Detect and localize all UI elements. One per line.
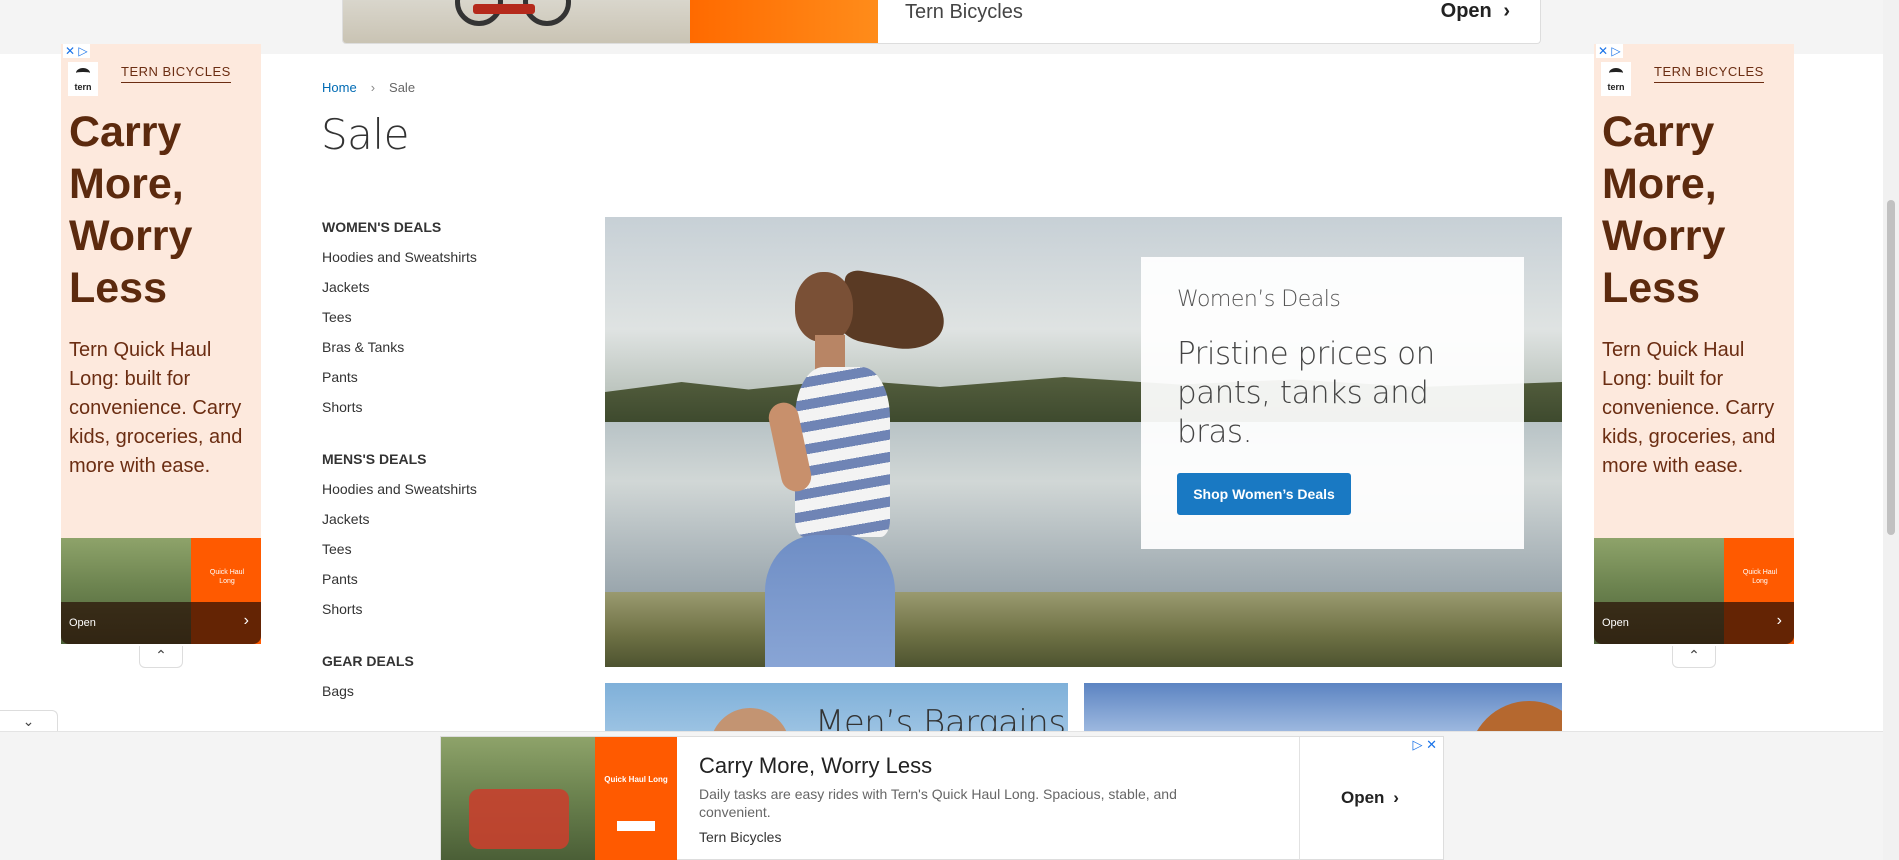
sidebar-group-title: WOMEN'S DEALS xyxy=(322,219,442,235)
sidebar-item-womens-shorts[interactable]: Shorts xyxy=(322,396,572,426)
chevron-down-icon: ⌄ xyxy=(22,713,35,729)
promo-tile[interactable] xyxy=(1084,683,1562,733)
chevron-right-icon: › xyxy=(243,612,249,629)
tern-logo: tern xyxy=(1601,62,1631,96)
bottom-anchor-ad[interactable]: Quick Haul Long Carry More, Worry Less D… xyxy=(440,736,1444,860)
sidebar-item-womens-hoodies[interactable]: Hoodies and Sweatshirts xyxy=(322,246,572,276)
left-side-ad[interactable]: ✕ ▷ tern TERN BICYCLES Carry More, Worry… xyxy=(61,44,261,644)
sidebar-item-womens-pants[interactable]: Pants xyxy=(322,366,572,396)
chevron-up-icon: ⌃ xyxy=(1688,647,1700,663)
sidebar-group-title: MENS'S DEALS xyxy=(322,451,427,467)
adchoices-icon[interactable]: ✕ ▷ xyxy=(63,44,90,58)
shop-womens-deals-button[interactable]: Shop Women’s Deals xyxy=(1177,473,1351,515)
side-ad-open-bar[interactable]: Open › xyxy=(1594,602,1794,644)
side-ad-headline: Carry More, Worry Less xyxy=(69,108,193,312)
side-ad-brand[interactable]: TERN BICYCLES xyxy=(1654,64,1764,83)
tern-logo: tern xyxy=(68,62,98,96)
bottom-ad-description: Daily tasks are easy rides with Tern's Q… xyxy=(699,786,1177,820)
sidebar-item-womens-tees[interactable]: Tees xyxy=(322,306,572,336)
side-ad-body: Tern Quick Haul Long: built for convenie… xyxy=(1602,339,1776,477)
hero-eyebrow: Women’s Deals xyxy=(1177,287,1341,312)
hero-info-card: Women’s Deals Pristine prices on pants, … xyxy=(1141,257,1524,549)
breadcrumb-home-link[interactable]: Home xyxy=(322,80,357,95)
promo-tile-figure xyxy=(1469,701,1562,733)
sidebar-item-mens-jackets[interactable]: Jackets xyxy=(322,508,572,538)
bottom-ad-headline: Carry More, Worry Less xyxy=(699,753,933,778)
top-ad-bike-image xyxy=(343,0,690,43)
chevron-right-icon: › xyxy=(1776,612,1782,629)
side-ad-headline: Carry More, Worry Less xyxy=(1602,108,1726,312)
bottom-ad-open-button[interactable]: Open › xyxy=(1341,788,1399,808)
promo-text: Quick Haul Long xyxy=(209,569,245,585)
mens-bargains-tile[interactable]: Men’s Bargains xyxy=(605,683,1068,733)
chevron-right-icon: › xyxy=(1503,0,1510,22)
sidebar-group-mens: MENS'S DEALS Hoodies and Sweatshirts Jac… xyxy=(322,448,572,628)
expand-ad-button[interactable]: ⌄ xyxy=(0,710,58,732)
bottom-ad-brand: Tern Bicycles xyxy=(699,829,782,845)
bottom-ad-bike-image xyxy=(441,737,595,860)
bottom-ad-divider xyxy=(1299,737,1300,860)
breadcrumb-separator-icon: › xyxy=(370,80,376,95)
collapse-ad-button[interactable]: ⌃ xyxy=(1672,646,1716,668)
page-scrollbar[interactable] xyxy=(1883,0,1899,860)
sidebar-item-gear-bags[interactable]: Bags xyxy=(322,680,572,710)
sidebar-item-mens-tees[interactable]: Tees xyxy=(322,538,572,568)
top-ad-orange-panel xyxy=(690,0,878,43)
sidebar-item-mens-pants[interactable]: Pants xyxy=(322,568,572,598)
logo-text: tern xyxy=(74,82,92,92)
side-ad-brand[interactable]: TERN BICYCLES xyxy=(121,64,231,83)
deals-sidebar: WOMEN'S DEALS Hoodies and Sweatshirts Ja… xyxy=(322,216,572,732)
mens-bargains-title: Men’s Bargains xyxy=(815,703,1066,733)
breadcrumb: Home › Sale xyxy=(322,80,415,95)
sidebar-item-mens-hoodies[interactable]: Hoodies and Sweatshirts xyxy=(322,478,572,508)
bird-icon xyxy=(76,68,90,78)
top-ad-open-label: Open xyxy=(1440,0,1492,22)
womens-deals-hero[interactable]: Women’s Deals Pristine prices on pants, … xyxy=(605,217,1562,667)
cargo-bike-shape xyxy=(469,789,569,849)
right-side-ad[interactable]: ✕ ▷ tern TERN BICYCLES Carry More, Worry… xyxy=(1594,44,1794,644)
side-ad-open-label: Open xyxy=(69,617,96,629)
bottom-ad-open-label: Open xyxy=(1341,788,1385,807)
bike-frame-shape xyxy=(473,4,535,14)
logo-text: tern xyxy=(1607,82,1625,92)
side-ad-open-bar[interactable]: Open › xyxy=(61,602,261,644)
collapse-ad-button[interactable]: ⌃ xyxy=(139,646,183,668)
scrollbar-thumb[interactable] xyxy=(1887,200,1895,535)
breadcrumb-current: Sale xyxy=(389,80,416,95)
sidebar-item-mens-shorts[interactable]: Shorts xyxy=(322,598,572,628)
hero-grass xyxy=(605,592,1562,667)
runner-striped-tank xyxy=(795,367,890,537)
sidebar-group-gear: GEAR DEALS Bags xyxy=(322,650,572,710)
page: Tern Bicycles Open › ✕ ▷ tern TERN BICYC… xyxy=(0,0,1899,860)
hero-headline: Pristine prices on pants, tanks and bras… xyxy=(1177,336,1435,450)
runner-head xyxy=(795,272,853,342)
bottom-ad-orange-panel: Quick Haul Long xyxy=(595,737,677,860)
chevron-up-icon: ⌃ xyxy=(155,647,167,663)
promo-text: Quick Haul Long xyxy=(1742,569,1778,585)
adchoices-icon[interactable]: ✕ ▷ xyxy=(1596,44,1623,58)
side-ad-body: Tern Quick Haul Long: built for convenie… xyxy=(69,339,243,477)
mens-tile-figure xyxy=(710,708,790,733)
sidebar-item-womens-bras-tanks[interactable]: Bras & Tanks xyxy=(322,336,572,366)
page-title: Sale xyxy=(321,110,409,159)
top-ad-brand: Tern Bicycles xyxy=(905,1,1023,23)
runner-leggings xyxy=(765,535,895,667)
adchoices-icon[interactable]: ▷ ✕ xyxy=(1412,737,1437,753)
sidebar-group-title: GEAR DEALS xyxy=(322,653,414,669)
promo-text: Quick Haul Long xyxy=(604,775,668,784)
sidebar-item-womens-jackets[interactable]: Jackets xyxy=(322,276,572,306)
bird-icon xyxy=(1609,68,1623,78)
top-ad-open-button[interactable]: Open › xyxy=(1441,0,1510,23)
promo-mini-button xyxy=(617,821,655,831)
top-banner-ad[interactable]: Tern Bicycles Open › xyxy=(342,0,1541,44)
side-ad-open-label: Open xyxy=(1602,617,1629,629)
chevron-right-icon: › xyxy=(1393,788,1399,807)
sidebar-group-womens: WOMEN'S DEALS Hoodies and Sweatshirts Ja… xyxy=(322,216,572,426)
